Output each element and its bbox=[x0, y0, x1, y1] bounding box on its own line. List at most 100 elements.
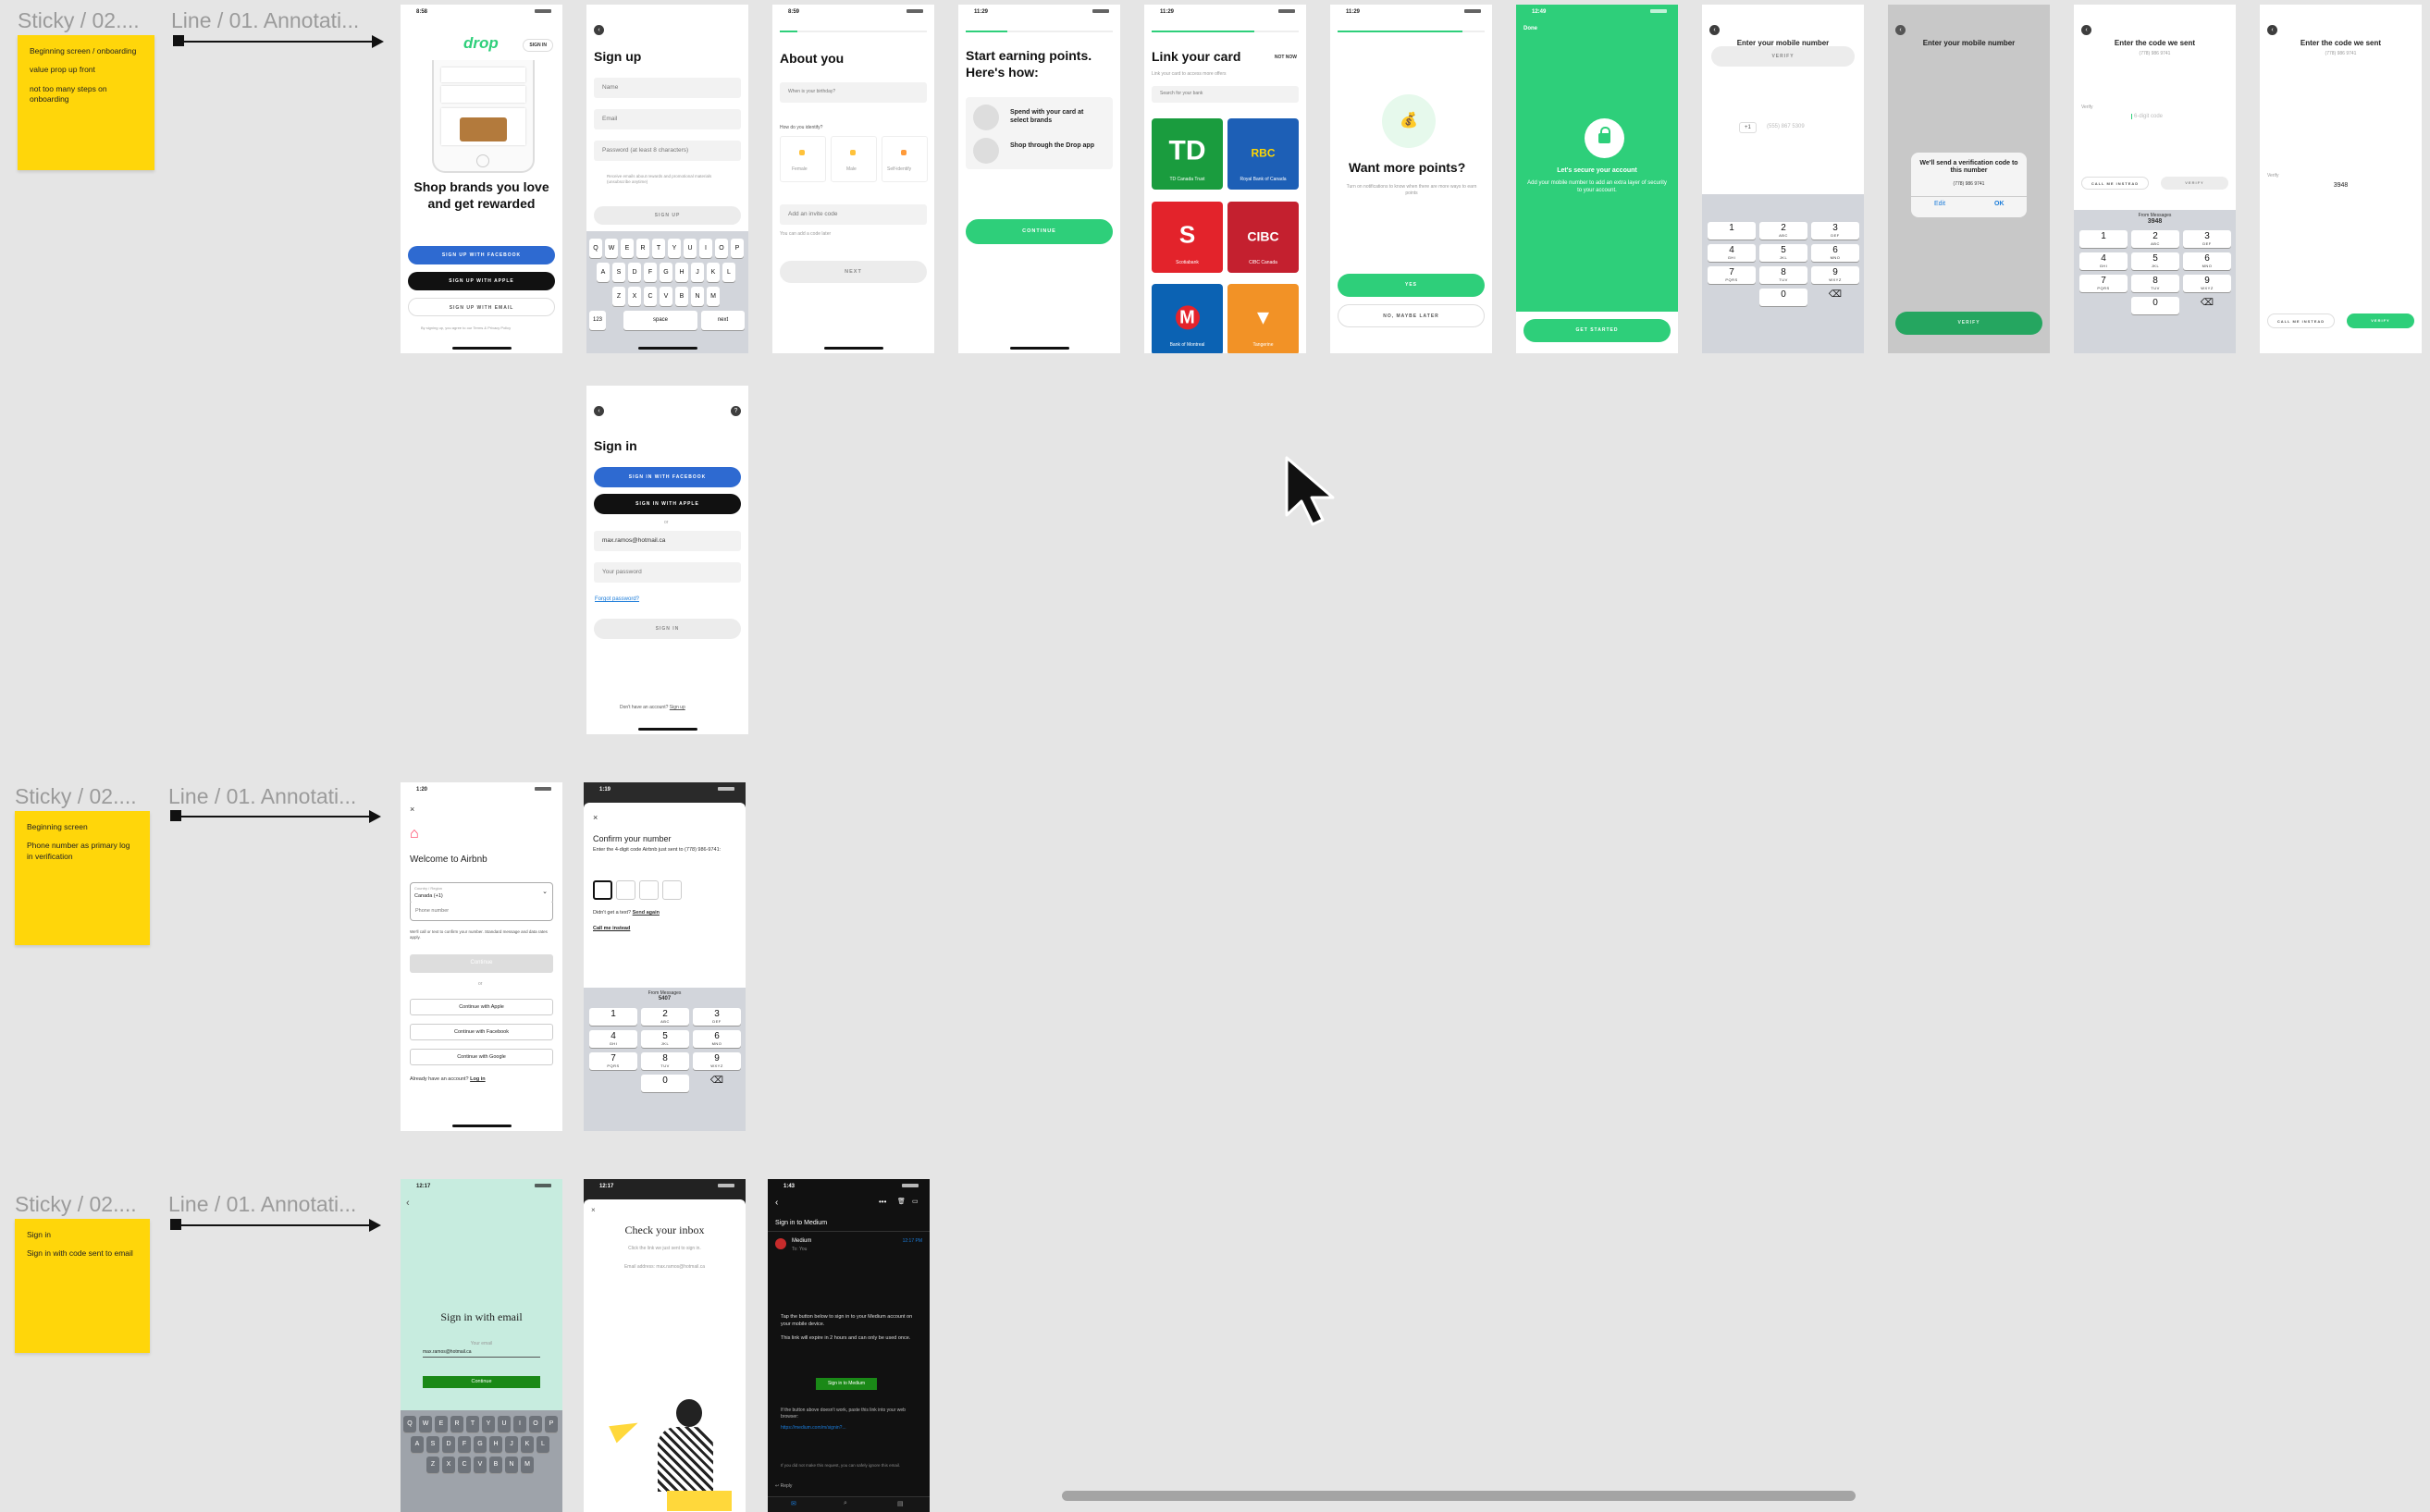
emails-opt-checkbox[interactable]: Receive emails about rewards and promoti… bbox=[607, 174, 736, 185]
keyboard[interactable]: Q W E R T Y U I O P A S D F G H J K L Z X C V B N M 123 space next bbox=[586, 231, 748, 353]
keyboard-key[interactable]: H bbox=[675, 263, 688, 282]
country-select[interactable]: Country / Region Canada (+1) ⌄ bbox=[410, 882, 553, 904]
keyboard-key[interactable]: Z bbox=[426, 1457, 439, 1473]
keyboard-key[interactable]: D bbox=[442, 1436, 455, 1453]
numbers-key[interactable]: 123 bbox=[589, 311, 606, 330]
keypad-key[interactable]: ⌫ bbox=[2183, 297, 2231, 314]
keypad-key[interactable] bbox=[589, 1075, 637, 1092]
numeric-keypad[interactable]: From Messages 3948 1 2 ABC 3 DEF 4 GHI 5 JKL 6 MNO 7… bbox=[2074, 210, 2236, 353]
forgot-password-link[interactable]: Forgot password? bbox=[595, 596, 639, 602]
annotation-arrow-2[interactable] bbox=[170, 810, 381, 823]
close-icon[interactable]: × bbox=[593, 813, 598, 822]
keypad-key[interactable]: 7 PQRS bbox=[2079, 275, 2128, 292]
keyboard-key[interactable]: Z bbox=[612, 287, 625, 306]
frame-drop-link-card[interactable]: 11:29 Link your card NOT NOW Link your c… bbox=[1144, 5, 1306, 353]
login-link[interactable]: Log in bbox=[470, 1076, 486, 1082]
no-button[interactable]: NO, MAYBE LATER bbox=[1338, 304, 1485, 327]
keyboard-key[interactable]: G bbox=[660, 263, 672, 282]
bank-tile[interactable]: TD TD Canada Trust bbox=[1152, 118, 1223, 190]
keypad-key[interactable]: 7 PQRS bbox=[589, 1052, 637, 1070]
verify-button[interactable]: VERIFY bbox=[1895, 312, 2042, 335]
keypad-key[interactable]: 5 JKL bbox=[1759, 244, 1807, 262]
keypad-key[interactable] bbox=[2079, 297, 2128, 314]
trash-icon[interactable]: 🗑 bbox=[897, 1198, 906, 1205]
line-name-1[interactable]: Line / 01. Annotati... bbox=[171, 8, 359, 33]
yes-button[interactable]: YES bbox=[1338, 274, 1485, 297]
code-box[interactable] bbox=[593, 880, 612, 900]
sticky-name-1[interactable]: Sticky / 02.... bbox=[18, 8, 140, 33]
keyboard-key[interactable]: H bbox=[489, 1436, 502, 1453]
alert-ok-button[interactable]: OK bbox=[1994, 201, 2004, 207]
annotation-arrow-3[interactable] bbox=[170, 1219, 381, 1232]
search-icon[interactable]: ⌕ bbox=[844, 1500, 847, 1507]
annotation-arrow-1[interactable] bbox=[173, 35, 384, 48]
keypad-key[interactable]: 9 WXYZ bbox=[2183, 275, 2231, 292]
keyboard-key[interactable]: O bbox=[529, 1416, 542, 1432]
keyboard-key[interactable]: K bbox=[521, 1436, 534, 1453]
keypad-key[interactable]: 0 bbox=[2131, 297, 2179, 314]
signup-email-button[interactable]: SIGN UP WITH EMAIL bbox=[408, 298, 555, 316]
keypad-key[interactable]: 8 TUV bbox=[2131, 275, 2179, 292]
keyboard-key[interactable]: Q bbox=[589, 239, 602, 258]
sign-in-link[interactable]: SIGN IN bbox=[523, 39, 553, 52]
numeric-keypad[interactable]: VERIFY 1 2 ABC 3 DEF 4 GHI 5 JKL 6 MNO 7 PQRS 8 TUV 9 WX… bbox=[1702, 46, 1864, 353]
frame-airbnb-welcome[interactable]: 1:20 × ⌂ Welcome to Airbnb Country / Reg… bbox=[401, 782, 562, 1131]
back-icon[interactable]: ‹ bbox=[594, 25, 604, 35]
phone-input[interactable]: (555) 867 5309 bbox=[1767, 124, 1805, 129]
next-key[interactable]: next bbox=[701, 311, 745, 330]
keypad-key[interactable]: 8 TUV bbox=[641, 1052, 689, 1070]
back-icon[interactable]: ‹ bbox=[2081, 25, 2091, 35]
code-box[interactable] bbox=[662, 880, 682, 900]
keyboard-key[interactable]: W bbox=[605, 239, 618, 258]
keyboard-key[interactable]: Y bbox=[482, 1416, 495, 1432]
frame-drop-points[interactable]: 11:29 💰 Want more points? Turn on notifi… bbox=[1330, 5, 1492, 353]
keyboard-key[interactable]: X bbox=[442, 1457, 455, 1473]
keypad-key[interactable]: 0 bbox=[1759, 289, 1807, 306]
bank-tile[interactable]: S Scotiabank bbox=[1152, 202, 1223, 273]
signin-url-link[interactable]: https://medium.com/m/signin?... bbox=[781, 1425, 846, 1431]
keyboard-key[interactable]: M bbox=[521, 1457, 534, 1473]
frame-drop-earning[interactable]: 11:29 Start earning points. Here's how: … bbox=[958, 5, 1120, 353]
sticky-note-2[interactable]: Beginning screen Phone number as primary… bbox=[15, 811, 150, 945]
back-icon[interactable]: ‹ bbox=[1895, 25, 1906, 35]
verify-button[interactable]: VERIFY bbox=[2161, 177, 2228, 190]
keyboard-key[interactable]: J bbox=[691, 263, 704, 282]
keypad-key[interactable]: 3 DEF bbox=[693, 1008, 741, 1026]
keypad-key[interactable]: 2 ABC bbox=[1759, 222, 1807, 240]
back-icon[interactable]: ‹ bbox=[1709, 25, 1720, 35]
not-now-link[interactable]: NOT NOW bbox=[1275, 55, 1297, 60]
keyboard-key[interactable]: F bbox=[644, 263, 657, 282]
keyboard-key[interactable]: S bbox=[612, 263, 625, 282]
password-field[interactable]: Your password bbox=[594, 562, 741, 583]
bank-tile[interactable]: ▼ Tangerine bbox=[1227, 284, 1299, 353]
keyboard-key[interactable]: N bbox=[691, 287, 704, 306]
keyboard-key[interactable]: R bbox=[450, 1416, 463, 1432]
send-again-link[interactable]: Send again bbox=[633, 910, 660, 916]
frame-medium-inbox[interactable]: 12:17 × Check your inbox Click the link … bbox=[584, 1179, 746, 1512]
keypad-key[interactable]: 0 bbox=[641, 1075, 689, 1092]
keyboard-key[interactable]: T bbox=[466, 1416, 479, 1432]
birthday-field[interactable]: When is your birthday? bbox=[780, 82, 927, 103]
keypad-key[interactable]: 3 DEF bbox=[2183, 230, 2231, 248]
code-value[interactable]: 3948 bbox=[2260, 182, 2422, 189]
sign-in-medium-button[interactable]: Sign in to Medium bbox=[816, 1378, 877, 1390]
keyboard-key[interactable]: S bbox=[426, 1436, 439, 1453]
continue-button[interactable]: Continue bbox=[410, 954, 553, 973]
more-icon[interactable]: ••• bbox=[879, 1198, 886, 1206]
mail-icon[interactable]: ✉ bbox=[791, 1500, 796, 1507]
keyboard-key[interactable]: B bbox=[675, 287, 688, 306]
keyboard-key[interactable]: B bbox=[489, 1457, 502, 1473]
keypad-key[interactable]: 2 ABC bbox=[641, 1008, 689, 1026]
signup-apple-button[interactable]: SIGN UP WITH APPLE bbox=[408, 272, 555, 290]
keyboard-key[interactable]: N bbox=[505, 1457, 518, 1473]
continue-facebook-button[interactable]: Continue with Facebook bbox=[410, 1024, 553, 1040]
keypad-key[interactable]: 3 DEF bbox=[1811, 222, 1859, 240]
bank-tile[interactable]: CIBC CIBC Canada bbox=[1227, 202, 1299, 273]
name-field[interactable]: Name bbox=[594, 78, 741, 98]
continue-apple-button[interactable]: Continue with Apple bbox=[410, 999, 553, 1015]
keyboard-key[interactable]: J bbox=[505, 1436, 518, 1453]
next-button[interactable]: NEXT bbox=[780, 261, 927, 283]
signin-button[interactable]: SIGN IN bbox=[594, 619, 741, 639]
close-icon[interactable]: × bbox=[591, 1206, 596, 1214]
bank-tile[interactable]: M Bank of Montreal bbox=[1152, 284, 1223, 353]
